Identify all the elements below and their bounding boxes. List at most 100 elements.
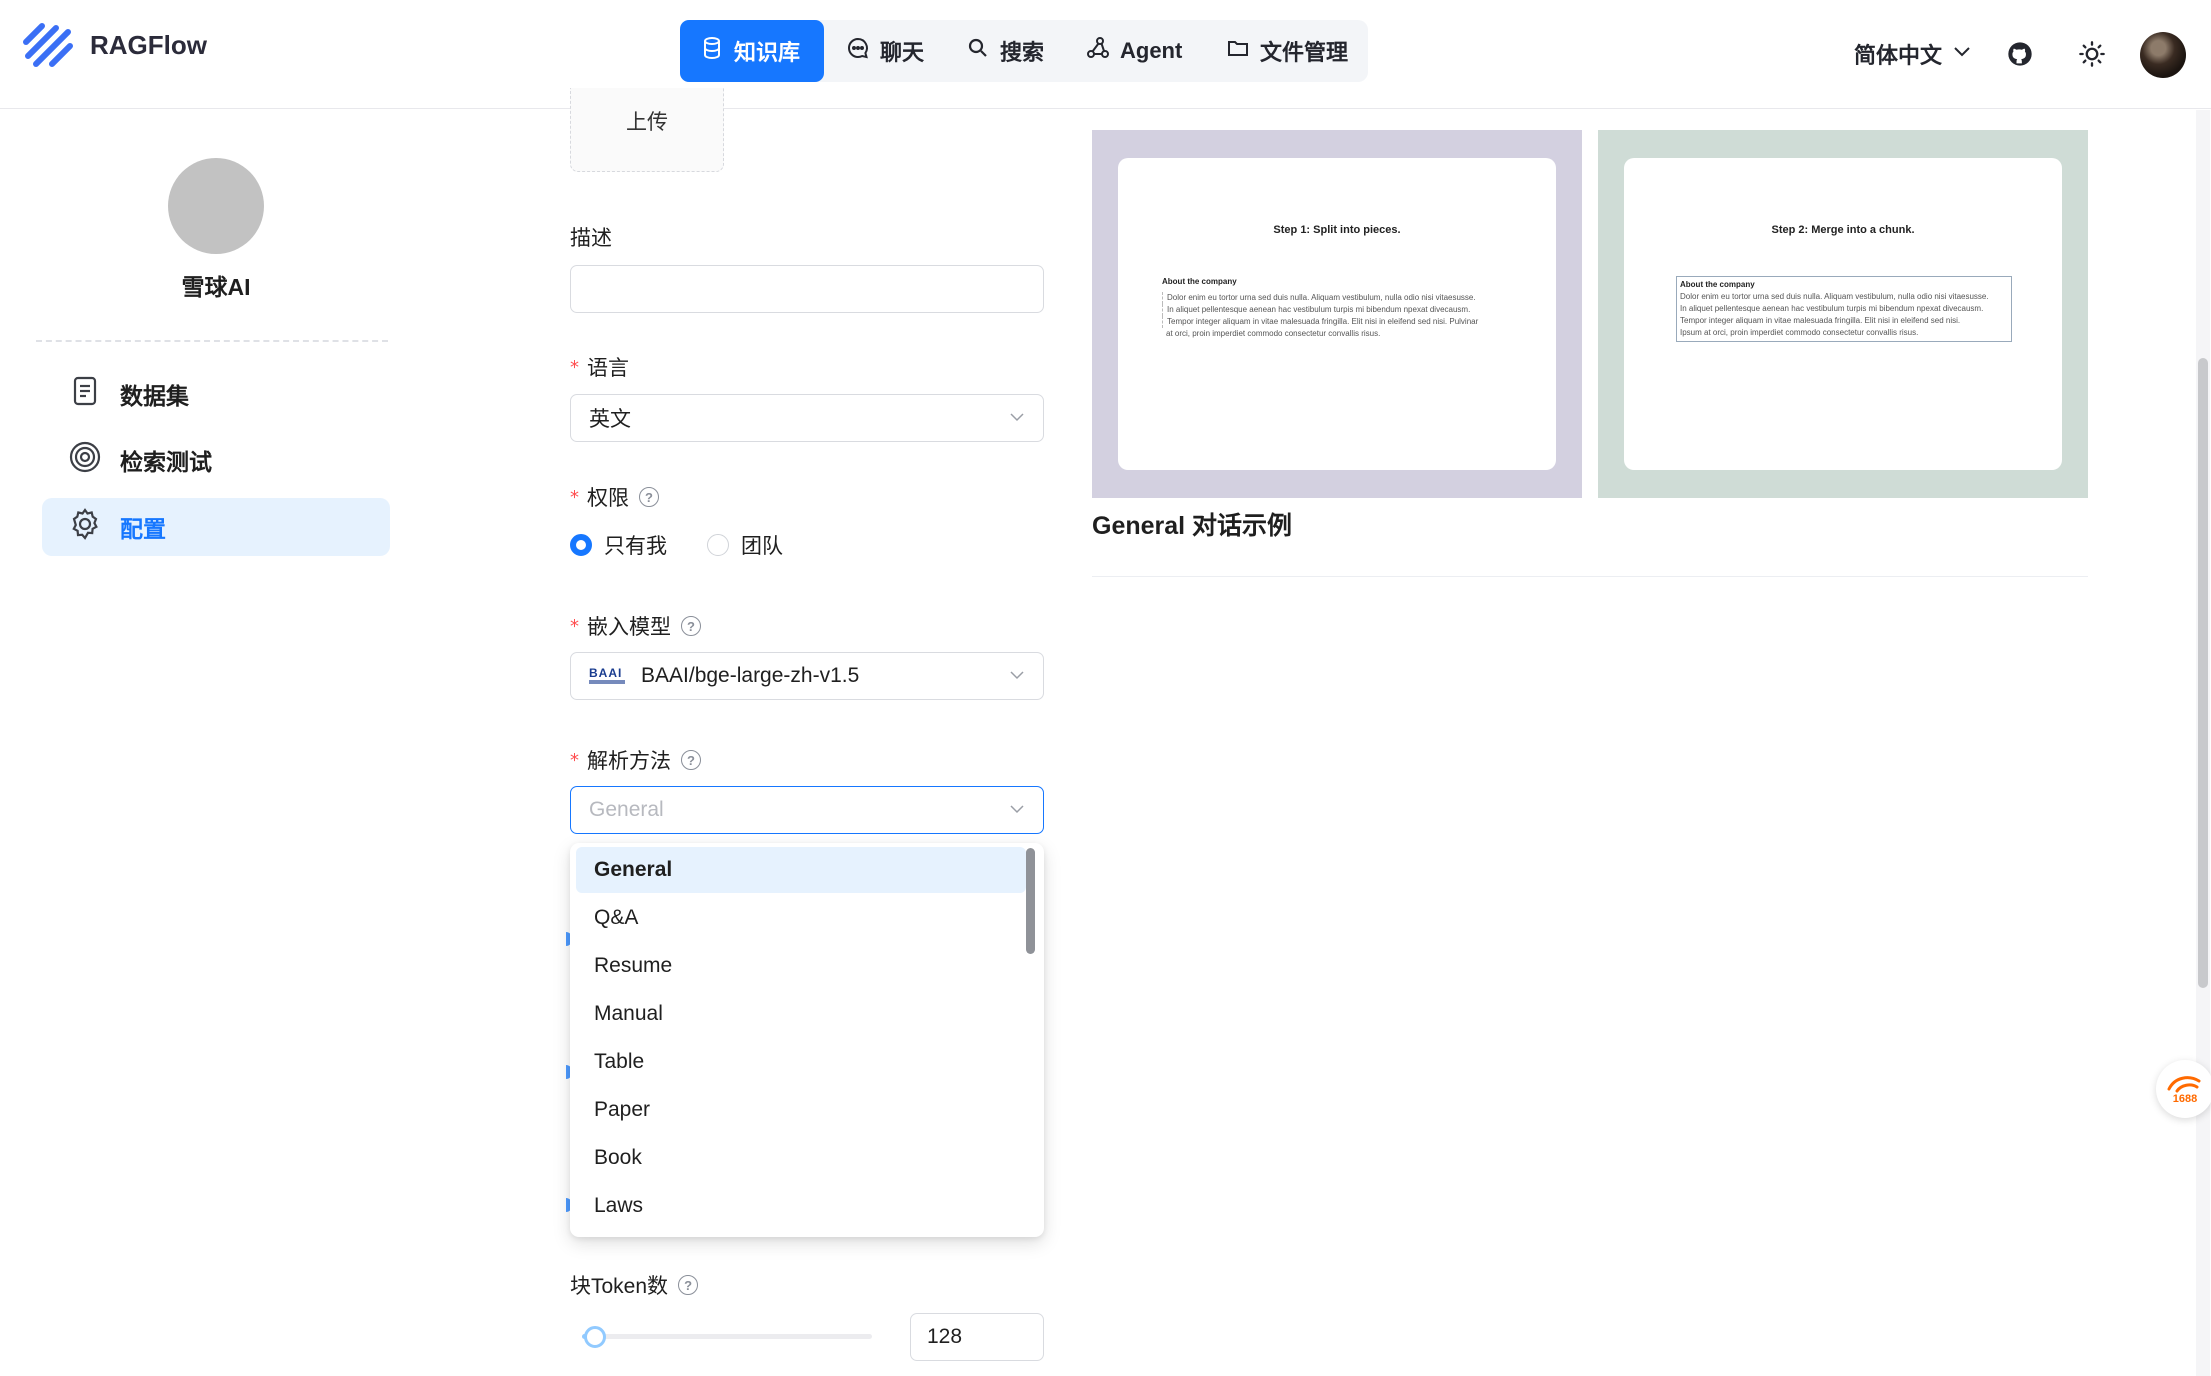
badge-text: 1688 xyxy=(2172,1093,2198,1105)
chevron-down-icon xyxy=(1010,805,1024,814)
help-question-icon[interactable]: ? xyxy=(678,1275,699,1295)
parser-method-placeholder: General xyxy=(589,798,664,821)
sidebar-item-label: 数据集 xyxy=(120,383,189,409)
dropdown-option-general[interactable]: General xyxy=(576,847,1026,893)
nav-label: 文件管理 xyxy=(1260,40,1349,65)
preview-step1-line: Tempor integer aliquam in vitae malesuad… xyxy=(1162,316,1532,328)
parser-method-label-text: 解析方法 xyxy=(587,750,671,773)
parser-method-dropdown: General Q&A Resume Manual Table Paper Bo… xyxy=(570,843,1044,1237)
upload-button[interactable]: 上传 xyxy=(570,88,724,172)
chunk-token-input[interactable]: 128 xyxy=(910,1313,1044,1361)
nav-file-management[interactable]: 文件管理 xyxy=(1206,20,1368,82)
preview-step2-line: In aliquet pellentesque aenean hac vesti… xyxy=(1680,304,1984,313)
nav-agent[interactable]: Agent xyxy=(1066,20,1202,82)
agent-icon xyxy=(1086,36,1110,66)
nav-knowledge-base[interactable]: 知识库 xyxy=(680,20,824,82)
help-question-icon[interactable]: ? xyxy=(681,616,701,636)
radio-team-label[interactable]: 团队 xyxy=(741,530,783,560)
main-nav: 知识库 聊天 搜索 Agent 文件管理 xyxy=(680,20,1368,82)
dropdown-scrollbar[interactable] xyxy=(1026,848,1035,954)
radio-only-me[interactable] xyxy=(570,534,592,556)
preview-step1-line: Dolor enim eu tortor urna sed duis nulla… xyxy=(1162,292,1532,304)
document-icon xyxy=(68,374,102,414)
required-mark: * xyxy=(570,486,579,508)
language-field-label-text: 语言 xyxy=(587,357,629,380)
help-question-icon[interactable]: ? xyxy=(639,487,659,507)
language-label: 简体中文 xyxy=(1854,43,1943,68)
chunk-token-slider-track[interactable] xyxy=(582,1334,872,1339)
preview-step1-heading: About the company xyxy=(1162,277,1237,286)
dropdown-option-table[interactable]: Table xyxy=(576,1039,1026,1085)
ragflow-logo-icon[interactable] xyxy=(22,20,74,70)
sidebar-item-retrieval-test[interactable]: 检索测试 xyxy=(42,431,390,489)
dropdown-option-resume[interactable]: Resume xyxy=(576,943,1026,989)
sidebar-item-configuration[interactable]: 配置 xyxy=(42,498,390,556)
preview-step1-title: Step 1: Split into pieces. xyxy=(1273,224,1401,236)
upload-label: 上传 xyxy=(626,111,668,134)
preview-step2-line: Ipsum at orci, proin imperdiet commodo c… xyxy=(1680,328,1919,337)
parser-method-select[interactable]: General xyxy=(570,786,1044,834)
preview-step1-line: In aliquet pellentesque aenean hac vesti… xyxy=(1162,304,1532,316)
preview-step1-text: About the company Dolor enim eu tortor u… xyxy=(1162,276,1532,340)
chunk-token-value: 128 xyxy=(927,1325,963,1348)
chunk-token-slider-handle[interactable] xyxy=(584,1326,606,1348)
chunk-token-label-text: 块Token数 xyxy=(570,1275,669,1298)
knowledge-base-avatar xyxy=(168,158,264,254)
example-divider xyxy=(1092,576,2088,577)
chat-icon xyxy=(846,36,870,66)
nav-label: 搜索 xyxy=(1000,40,1045,65)
theme-toggle-sun-icon[interactable] xyxy=(2072,34,2112,74)
chevron-down-icon xyxy=(1952,41,1972,67)
language-selector[interactable]: 简体中文 xyxy=(1854,38,1972,70)
embedding-model-select[interactable]: BAAI BAAI/bge-large-zh-v1.5 xyxy=(570,652,1044,700)
gear-icon xyxy=(68,507,102,547)
required-mark: * xyxy=(570,356,579,378)
embedding-model-value: BAAI/bge-large-zh-v1.5 xyxy=(641,664,860,687)
search-icon xyxy=(966,36,990,66)
folder-icon xyxy=(1226,36,1250,66)
github-icon[interactable] xyxy=(2000,34,2040,74)
language-select[interactable]: 英文 xyxy=(570,394,1044,442)
sidebar-item-label: 检索测试 xyxy=(120,449,212,475)
language-select-value: 英文 xyxy=(589,408,631,431)
description-label: 描述 xyxy=(570,222,612,252)
description-input[interactable] xyxy=(570,265,1044,313)
database-icon xyxy=(700,36,724,66)
preview-step2-title: Step 2: Merge into a chunk. xyxy=(1771,224,1915,236)
preview-step2-card: Step 2: Merge into a chunk. About the co… xyxy=(1624,158,2062,470)
nav-search[interactable]: 搜索 xyxy=(946,20,1064,82)
nav-label: 知识库 xyxy=(734,40,801,65)
parser-method-label: * 解析方法 ? xyxy=(570,745,701,775)
page-scrollbar-thumb[interactable] xyxy=(2198,358,2208,988)
dropdown-option-paper[interactable]: Paper xyxy=(576,1087,1026,1133)
preview-step1-card: Step 1: Split into pieces. About the com… xyxy=(1118,158,1556,470)
permission-label: * 权限 ? xyxy=(570,482,659,512)
knowledge-base-name: 雪球AI xyxy=(181,274,251,300)
preview-step1-image: Step 1: Split into pieces. About the com… xyxy=(1092,130,1582,498)
help-question-icon[interactable]: ? xyxy=(681,750,701,770)
radio-team[interactable] xyxy=(707,534,729,556)
preview-step1-line: at orci, proin imperdiet commodo consect… xyxy=(1166,329,1381,338)
app-name: RAGFlow xyxy=(90,30,207,60)
dropdown-option-laws[interactable]: Laws xyxy=(576,1183,1026,1229)
target-icon xyxy=(68,440,102,480)
preview-step2-image: Step 2: Merge into a chunk. About the co… xyxy=(1598,130,2088,498)
preview-step2-heading: About the company xyxy=(1680,280,1755,289)
example-title: General 对话示例 xyxy=(1092,512,1293,540)
dropdown-option-book[interactable]: Book xyxy=(576,1135,1026,1181)
preview-step2-text: About the company Dolor enim eu tortor u… xyxy=(1676,276,2012,342)
alibaba-1688-badge-icon[interactable]: 1688 xyxy=(2156,1060,2211,1118)
sidebar-item-dataset[interactable]: 数据集 xyxy=(42,365,390,423)
required-mark: * xyxy=(570,615,579,637)
dropdown-option-manual[interactable]: Manual xyxy=(576,991,1026,1037)
embedding-model-label-text: 嵌入模型 xyxy=(587,616,671,639)
sidebar-divider xyxy=(36,340,388,342)
radio-only-me-label[interactable]: 只有我 xyxy=(604,530,667,560)
sidebar-item-label: 配置 xyxy=(120,516,166,542)
user-avatar[interactable] xyxy=(2140,32,2186,78)
nav-chat[interactable]: 聊天 xyxy=(826,20,944,82)
nav-label: Agent xyxy=(1120,38,1183,63)
dropdown-option-qa[interactable]: Q&A xyxy=(576,895,1026,941)
chunk-token-label: 块Token数 ? xyxy=(570,1270,699,1300)
baai-logo-icon: BAAI xyxy=(589,666,629,686)
